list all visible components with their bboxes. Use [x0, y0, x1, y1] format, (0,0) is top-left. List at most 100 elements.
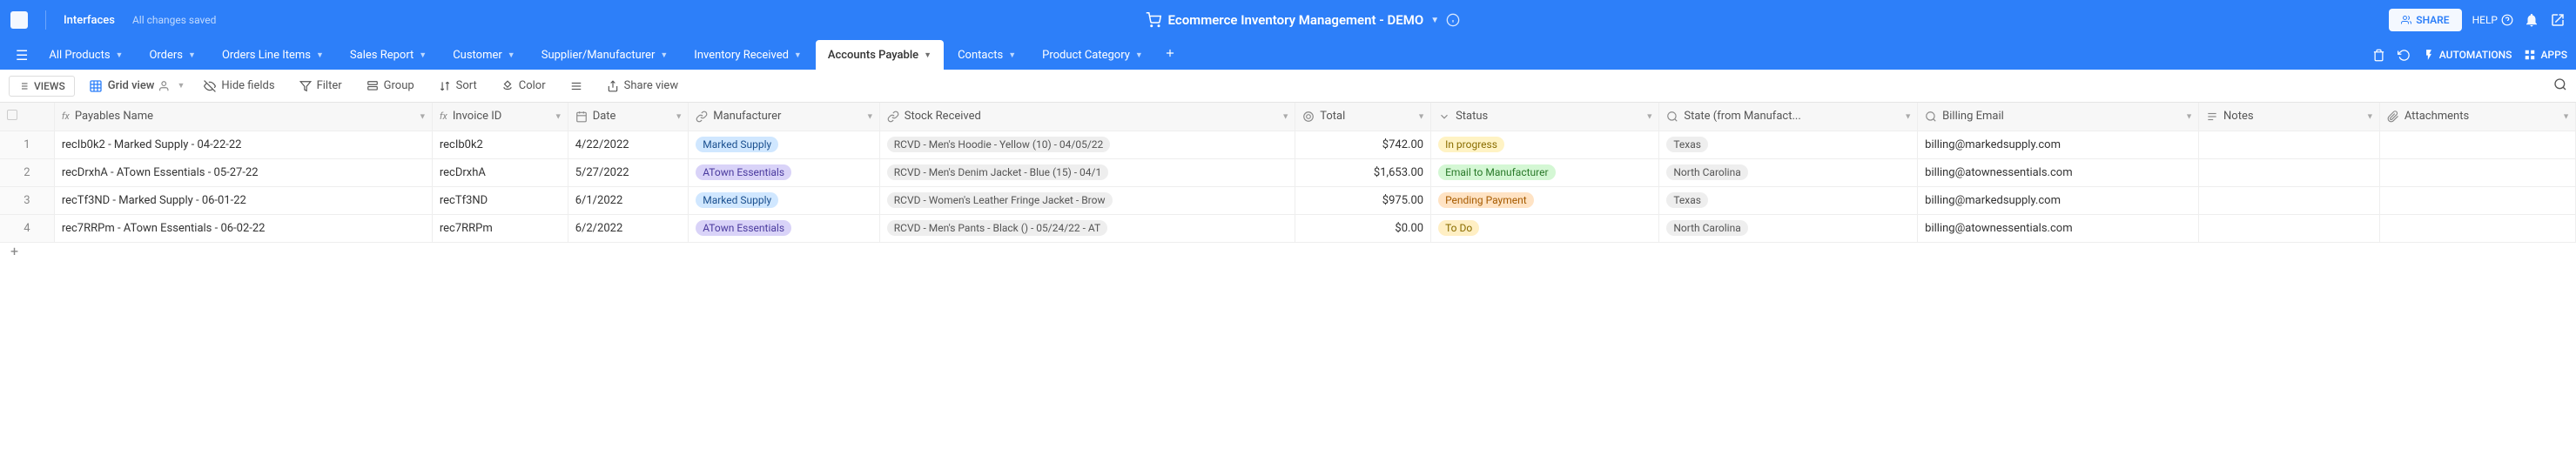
row-number[interactable]: 1 — [0, 131, 54, 158]
col-payables-name[interactable]: fxPayables Name▼ — [54, 103, 432, 131]
row-number[interactable]: 2 — [0, 158, 54, 186]
cell-stock-received[interactable]: RCVD - Women's Leather Fringe Jacket - B… — [879, 186, 1295, 214]
cell-total[interactable]: $0.00 — [1295, 214, 1431, 242]
col-invoice-id[interactable]: fxInvoice ID▼ — [432, 103, 568, 131]
col-attachments[interactable]: Attachments▼ — [2379, 103, 2575, 131]
cell-manufacturer[interactable]: Marked Supply — [689, 131, 880, 158]
cell-billing-email[interactable]: billing@markedsupply.com — [1918, 186, 2199, 214]
cell-manufacturer[interactable]: ATown Essentials — [689, 158, 880, 186]
cell-stock-received[interactable]: RCVD - Men's Pants - Black () - 05/24/22… — [879, 214, 1295, 242]
base-title[interactable]: Ecommerce Inventory Management - DEMO ▼ — [230, 12, 2375, 28]
cell-total[interactable]: $742.00 — [1295, 131, 1431, 158]
col-notes[interactable]: Notes▼ — [2199, 103, 2380, 131]
group-button[interactable]: Group — [361, 76, 420, 96]
interfaces-link[interactable]: Interfaces — [64, 14, 115, 27]
cell-invoice-id[interactable]: recIb0k2 — [432, 131, 568, 158]
cell-manufacturer[interactable]: Marked Supply — [689, 186, 880, 214]
tab-all-products[interactable]: All Products▼ — [37, 40, 135, 70]
cell-attachments[interactable] — [2379, 186, 2575, 214]
row-number[interactable]: 4 — [0, 214, 54, 242]
cell-payables-name[interactable]: recTf3ND - Marked Supply - 06-01-22 — [54, 186, 432, 214]
views-button[interactable]: VIEWS — [9, 76, 75, 97]
cell-attachments[interactable] — [2379, 158, 2575, 186]
tab-sales-report[interactable]: Sales Report▼ — [338, 40, 439, 70]
history-icon[interactable] — [2398, 49, 2411, 62]
filter-button[interactable]: Filter — [294, 76, 347, 96]
apps-button[interactable]: APPS — [2524, 49, 2567, 61]
add-table-button[interactable] — [1157, 44, 1183, 66]
help-button[interactable]: HELP — [2472, 14, 2513, 26]
logo-icon[interactable] — [10, 11, 28, 29]
col-stock-received[interactable]: Stock Received▼ — [879, 103, 1295, 131]
cell-invoice-id[interactable]: rec7RRPm — [432, 214, 568, 242]
row-height-button[interactable] — [565, 77, 588, 96]
col-total[interactable]: Total▼ — [1295, 103, 1431, 131]
cell-payables-name[interactable]: rec7RRPm - ATown Essentials - 06-02-22 — [54, 214, 432, 242]
col-date[interactable]: Date▼ — [568, 103, 689, 131]
select-all-header[interactable] — [0, 103, 54, 131]
info-icon[interactable] — [1446, 13, 1460, 27]
cell-notes[interactable] — [2199, 131, 2380, 158]
share-view-button[interactable]: Share view — [602, 76, 683, 96]
col-billing-email[interactable]: Billing Email▼ — [1918, 103, 2199, 131]
cell-state[interactable]: Texas — [1659, 186, 1918, 214]
cell-date[interactable]: 6/1/2022 — [568, 186, 689, 214]
cell-billing-email[interactable]: billing@markedsupply.com — [1918, 131, 2199, 158]
tab-inventory-received[interactable]: Inventory Received▼ — [682, 40, 814, 70]
cell-notes[interactable] — [2199, 214, 2380, 242]
cell-date[interactable]: 5/27/2022 — [568, 158, 689, 186]
tab-supplier-manufacturer[interactable]: Supplier/Manufacturer▼ — [529, 40, 681, 70]
sort-button[interactable]: Sort — [434, 76, 482, 96]
cell-payables-name[interactable]: recDrxhA - ATown Essentials - 05-27-22 — [54, 158, 432, 186]
cell-billing-email[interactable]: billing@atownessentials.com — [1918, 214, 2199, 242]
add-row-button[interactable]: + — [0, 243, 2576, 259]
cell-state[interactable]: Texas — [1659, 131, 1918, 158]
table-row[interactable]: 3recTf3ND - Marked Supply - 06-01-22recT… — [0, 186, 2576, 214]
cell-billing-email[interactable]: billing@atownessentials.com — [1918, 158, 2199, 186]
col-state[interactable]: State (from Manufact...▼ — [1659, 103, 1918, 131]
cell-status[interactable]: Email to Manufacturer — [1431, 158, 1659, 186]
tab-product-category[interactable]: Product Category▼ — [1030, 40, 1155, 70]
cell-date[interactable]: 6/2/2022 — [568, 214, 689, 242]
cell-notes[interactable] — [2199, 158, 2380, 186]
cell-total[interactable]: $1,653.00 — [1295, 158, 1431, 186]
automations-button[interactable]: AUTOMATIONS — [2423, 49, 2512, 61]
col-manufacturer[interactable]: Manufacturer▼ — [689, 103, 880, 131]
cell-status[interactable]: Pending Payment — [1431, 186, 1659, 214]
cell-status[interactable]: In progress — [1431, 131, 1659, 158]
row-number[interactable]: 3 — [0, 186, 54, 214]
cell-total[interactable]: $975.00 — [1295, 186, 1431, 214]
cell-stock-received[interactable]: RCVD - Men's Hoodie - Yellow (10) - 04/0… — [879, 131, 1295, 158]
grid-container: fxPayables Name▼ fxInvoice ID▼ Date▼ Man… — [0, 103, 2576, 259]
bell-icon[interactable] — [2524, 12, 2539, 28]
table-row[interactable]: 4rec7RRPm - ATown Essentials - 06-02-22r… — [0, 214, 2576, 242]
cell-state[interactable]: North Carolina — [1659, 214, 1918, 242]
cell-stock-received[interactable]: RCVD - Men's Denim Jacket - Blue (15) - … — [879, 158, 1295, 186]
tab-orders-line-items[interactable]: Orders Line Items▼ — [210, 40, 336, 70]
col-status[interactable]: Status▼ — [1431, 103, 1659, 131]
cell-state[interactable]: North Carolina — [1659, 158, 1918, 186]
cell-manufacturer[interactable]: ATown Essentials — [689, 214, 880, 242]
cell-invoice-id[interactable]: recDrxhA — [432, 158, 568, 186]
search-button[interactable] — [2553, 77, 2567, 95]
launch-icon[interactable] — [2550, 12, 2566, 28]
tab-contacts[interactable]: Contacts▼ — [945, 40, 1028, 70]
view-switcher[interactable]: Grid view ▼ — [89, 79, 185, 93]
cell-invoice-id[interactable]: recTf3ND — [432, 186, 568, 214]
tab-orders[interactable]: Orders▼ — [137, 40, 208, 70]
cell-attachments[interactable] — [2379, 131, 2575, 158]
cell-date[interactable]: 4/22/2022 — [568, 131, 689, 158]
table-row[interactable]: 2recDrxhA - ATown Essentials - 05-27-22r… — [0, 158, 2576, 186]
cell-notes[interactable] — [2199, 186, 2380, 214]
trash-icon[interactable] — [2372, 49, 2385, 62]
menu-icon[interactable]: ☰ — [9, 44, 35, 67]
cell-status[interactable]: To Do — [1431, 214, 1659, 242]
cell-attachments[interactable] — [2379, 214, 2575, 242]
tab-customer[interactable]: Customer▼ — [441, 40, 528, 70]
table-row[interactable]: 1recIb0k2 - Marked Supply - 04-22-22recI… — [0, 131, 2576, 158]
hide-fields-button[interactable]: Hide fields — [198, 76, 279, 96]
share-button[interactable]: SHARE — [2389, 9, 2461, 31]
cell-payables-name[interactable]: recIb0k2 - Marked Supply - 04-22-22 — [54, 131, 432, 158]
tab-accounts-payable[interactable]: Accounts Payable▼ — [816, 40, 944, 70]
color-button[interactable]: Color — [496, 76, 551, 96]
